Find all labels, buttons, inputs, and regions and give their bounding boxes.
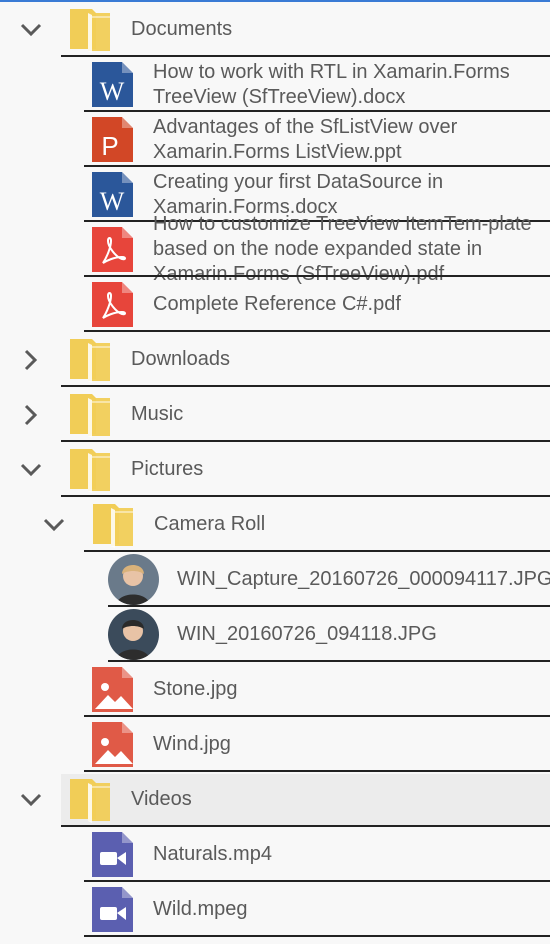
photo-avatar-icon xyxy=(108,609,159,660)
tree-node-label: Downloads xyxy=(131,332,546,387)
tree-file-row[interactable]: Wind.jpg xyxy=(0,717,550,772)
tree-node-text: Stone.jpg xyxy=(153,678,238,700)
tree-node-label: How to customize TreeView ItemTem-plate … xyxy=(153,213,546,285)
word-doc-icon: W xyxy=(90,170,135,219)
photo-avatar-icon xyxy=(108,554,159,605)
tree-node-label: Stone.jpg xyxy=(153,662,546,717)
video-file-icon xyxy=(90,885,135,934)
tree-node-text: How to work with RTL in Xamarin.Forms Tr… xyxy=(153,60,510,108)
tree-node-label: Wind.jpg xyxy=(153,717,546,772)
tree-node-label: Music xyxy=(131,387,546,442)
tree-folder-row[interactable]: Videos xyxy=(0,772,550,827)
tree-node-label: WIN_Capture_20160726_000094117.JPG xyxy=(177,552,550,607)
folder-icon xyxy=(68,390,113,439)
tree-folder-row[interactable]: Camera Roll xyxy=(0,497,550,552)
pdf-icon xyxy=(90,280,135,329)
tree-node-label: Documents xyxy=(131,2,546,57)
tree-node-label: How to work with RTL in Xamarin.Forms Tr… xyxy=(153,57,546,112)
tree-file-row[interactable]: W How to work with RTL in Xamarin.Forms T… xyxy=(0,57,550,112)
chevron-right-icon[interactable] xyxy=(17,332,45,387)
svg-text:P: P xyxy=(101,131,118,161)
folder-icon xyxy=(68,775,113,824)
tree-node-text: WIN_20160726_094118.JPG xyxy=(177,623,437,645)
tree-folder-row[interactable]: Documents xyxy=(0,2,550,57)
image-file-icon xyxy=(90,665,135,714)
tree-file-row[interactable]: Naturals.mp4 xyxy=(0,827,550,882)
tree-node-text: Advantages of the SfListView over Xamari… xyxy=(153,115,458,163)
folder-icon xyxy=(91,500,136,549)
tree-node-label: Videos xyxy=(131,772,546,827)
svg-text:W: W xyxy=(100,77,125,106)
folder-icon xyxy=(68,5,113,54)
tree-file-row[interactable]: P Advantages of the SfListView over Xamar… xyxy=(0,112,550,167)
tree-folder-row[interactable]: Pictures xyxy=(0,442,550,497)
tree-node-text: Wild.mpeg xyxy=(153,898,248,920)
tree-file-row[interactable]: WIN_Capture_20160726_000094117.JPG xyxy=(0,552,550,607)
chevron-right-icon[interactable] xyxy=(17,387,45,442)
tree-node-label: Pictures xyxy=(131,442,546,497)
tree-file-row[interactable]: Complete Reference C#.pdf xyxy=(0,277,550,332)
tree-node-label: Naturals.mp4 xyxy=(153,827,546,882)
tree-node-text: Pictures xyxy=(131,458,204,480)
tree-file-row[interactable]: Stone.jpg xyxy=(0,662,550,717)
chevron-down-icon[interactable] xyxy=(17,772,45,827)
tree-folder-row[interactable]: Music xyxy=(0,387,550,442)
word-doc-icon: W xyxy=(90,60,135,109)
svg-text:W: W xyxy=(100,187,125,216)
folder-icon xyxy=(68,445,113,494)
tree-node-text: WIN_Capture_20160726_000094117.JPG xyxy=(177,568,550,590)
tree-node-text: Downloads xyxy=(131,348,230,370)
chevron-down-icon[interactable] xyxy=(40,497,68,552)
tree-node-text: Naturals.mp4 xyxy=(153,843,272,865)
tree-file-row[interactable]: WIN_20160726_094118.JPG xyxy=(0,607,550,662)
tree-node-text: Wind.jpg xyxy=(153,733,231,755)
tree-node-label: Complete Reference C#.pdf xyxy=(153,277,546,332)
chevron-down-icon[interactable] xyxy=(17,442,45,497)
powerpoint-icon: P xyxy=(90,115,135,164)
tree-node-text: Documents xyxy=(131,18,233,40)
tree-node-text: Videos xyxy=(131,788,192,810)
tree-node-label: Advantages of the SfListView over Xamari… xyxy=(153,112,546,167)
tree-node-text: Music xyxy=(131,403,184,425)
video-file-icon xyxy=(90,830,135,879)
tree-node-label: Camera Roll xyxy=(154,497,546,552)
tree-folder-row[interactable]: Downloads xyxy=(0,332,550,387)
tree-file-row[interactable]: How to customize TreeView ItemTem-plate … xyxy=(0,213,550,285)
tree-node-label: WIN_20160726_094118.JPG xyxy=(177,607,546,662)
row-separator xyxy=(84,935,550,937)
tree-file-row[interactable]: Wild.mpeg xyxy=(0,882,550,937)
image-file-icon xyxy=(90,720,135,769)
chevron-down-icon[interactable] xyxy=(17,2,45,57)
tree-node-label: Wild.mpeg xyxy=(153,882,546,937)
tree-view: Documents W How to work with RTL in Xamari… xyxy=(0,2,550,937)
folder-icon xyxy=(68,335,113,384)
tree-node-text: Complete Reference C#.pdf xyxy=(153,293,401,315)
pdf-icon xyxy=(90,225,135,274)
tree-node-text: Camera Roll xyxy=(154,513,266,535)
